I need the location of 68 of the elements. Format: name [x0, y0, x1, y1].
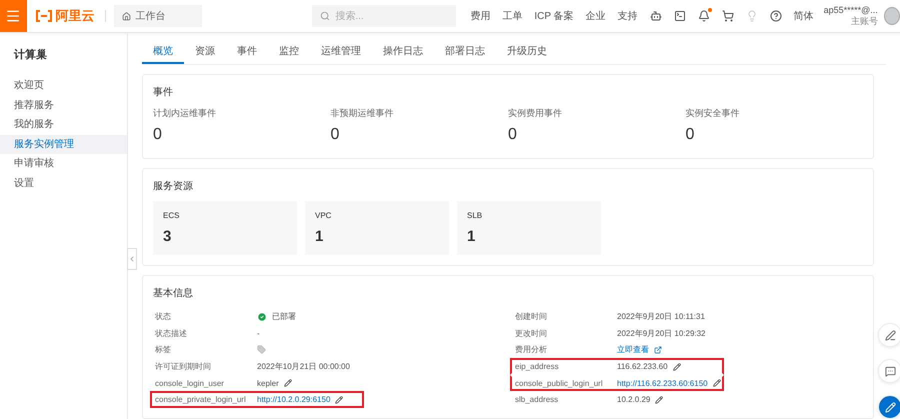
resource-count: 3: [163, 228, 172, 246]
sidebar-item[interactable]: 我的服务: [0, 115, 127, 134]
tab[interactable]: 操作日志: [372, 39, 434, 64]
resource-tile[interactable]: ECS 3: [153, 201, 297, 256]
info-label: slb_address: [515, 395, 560, 404]
sidebar-item[interactable]: 欢迎页: [0, 76, 127, 96]
sidebar-item[interactable]: 申请审核: [0, 154, 127, 174]
language-link[interactable]: 简体: [794, 9, 814, 23]
tab[interactable]: 事件: [226, 39, 268, 64]
info-label: 费用分析: [515, 344, 548, 356]
info-label: console_public_login_url: [515, 378, 604, 388]
url-link[interactable]: http://116.62.233.60:6150: [617, 378, 708, 388]
nav-link[interactable]: 支持: [618, 9, 638, 23]
info-value: 10.2.0.29: [617, 395, 650, 404]
event-count: 0: [153, 126, 163, 144]
url-link[interactable]: http://10.2.0.29:6150: [257, 395, 330, 404]
nav-link[interactable]: 费用: [470, 9, 490, 23]
tab[interactable]: 运维管理: [310, 39, 372, 64]
info-value: 2022年9月20日 10:29:32: [617, 328, 706, 339]
nav-link[interactable]: ICP 备案: [534, 9, 574, 23]
resource-tile[interactable]: VPC 1: [305, 201, 449, 256]
tab[interactable]: 部署日志: [434, 39, 496, 64]
event-label: 计划内运维事件: [153, 107, 217, 120]
resource-tile[interactable]: SLB 1: [457, 201, 601, 256]
tab[interactable]: 监控: [268, 39, 310, 64]
status-text: 已部署: [272, 311, 296, 322]
resource-count: 1: [467, 228, 476, 246]
resource-label: VPC: [315, 211, 332, 220]
event-label: 非预期运维事件: [330, 107, 394, 120]
event-label: 实例安全事件: [686, 107, 740, 120]
info-value: 2022年10月21日 00:00:00: [257, 361, 350, 372]
card-title: 基本信息: [153, 286, 194, 300]
info-label: 更改时间: [515, 328, 548, 339]
resource-count: 1: [315, 228, 324, 246]
event-count: 0: [686, 126, 696, 144]
info-label: 许可证到期时间: [155, 361, 212, 372]
search-field[interactable]: 搜索...: [312, 5, 456, 27]
event-count: 0: [508, 126, 518, 144]
event-label: 实例费用事件: [508, 107, 563, 120]
tab[interactable]: 资源: [184, 39, 226, 64]
info-label: console_login_user: [155, 378, 225, 388]
nav-link[interactable]: 企业: [586, 9, 606, 23]
nav-link[interactable]: 工单: [502, 9, 522, 23]
info-label: eip_address: [515, 362, 560, 372]
sidebar-item[interactable]: 设置: [0, 174, 127, 193]
info-value: -: [257, 328, 260, 338]
sidebar-item[interactable]: 推荐服务: [0, 96, 127, 115]
card-title: 服务资源: [153, 180, 194, 194]
resource-label: ECS: [163, 211, 180, 220]
resource-label: SLB: [467, 211, 484, 220]
info-label: console_private_login_url: [155, 395, 247, 404]
info-label: 状态: [155, 311, 172, 322]
tab[interactable]: 概览: [142, 39, 184, 64]
info-value: 116.62.233.60: [617, 362, 668, 372]
info-label: 标签: [155, 344, 172, 356]
card-title: 事件: [153, 86, 174, 100]
info-label: 状态描述: [155, 328, 188, 339]
info-value: 2022年9月20日 10:11:31: [617, 311, 705, 322]
info-value: kepler: [257, 378, 279, 388]
view-link[interactable]: 立即查看: [617, 344, 649, 356]
account-name[interactable]: ap55*****@...: [824, 5, 878, 16]
account-role: 主账号: [850, 16, 878, 27]
tab[interactable]: 升级历史: [496, 39, 558, 64]
sidebar-title: 计算巢: [12, 48, 48, 62]
sidebar-item[interactable]: 服务实例管理: [0, 134, 127, 154]
workspace-button[interactable]: 工作台: [114, 5, 202, 27]
event-count: 0: [330, 126, 340, 144]
info-label: 创建时间: [515, 311, 548, 322]
